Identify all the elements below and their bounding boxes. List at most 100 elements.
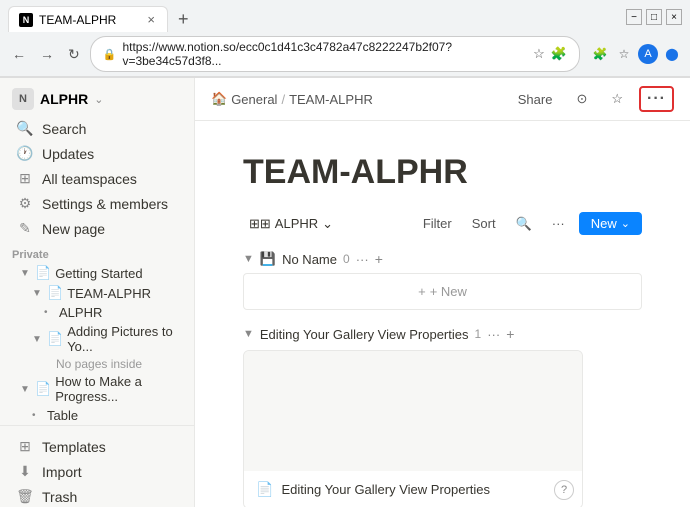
more-db-button[interactable]: ···: [546, 213, 571, 234]
db-name: ALPHR: [275, 216, 318, 231]
group-editing-header: ▼ Editing Your Gallery View Properties 1…: [243, 326, 642, 342]
templates-icon: ⊞: [16, 438, 34, 455]
filter-button[interactable]: Filter: [417, 213, 458, 234]
chevron-icon: ▼: [20, 268, 32, 279]
more-options-button[interactable]: ···: [639, 86, 674, 112]
getting-started-label: Getting Started: [55, 266, 142, 281]
chevron-icon: ▼: [32, 334, 44, 345]
url-actions: ☆ 🧩: [533, 46, 567, 62]
group-no-name-label: No Name: [282, 252, 337, 267]
group-no-name-header: ▼ 💾 No Name 0 ··· +: [243, 251, 642, 267]
plus-icon: +: [418, 284, 426, 299]
sidebar-updates-label: Updates: [42, 146, 94, 162]
db-toolbar: ⊞⊞ ALPHR ⌄ Filter Sort 🔍 ··· New ⌄: [243, 212, 642, 235]
group-editing-label: Editing Your Gallery View Properties: [260, 327, 469, 342]
bookmark-icon[interactable]: ☆: [533, 46, 545, 62]
page-content: TEAM-ALPHR ⊞⊞ ALPHR ⌄ Filter Sort 🔍 ··· …: [195, 121, 690, 507]
active-tab[interactable]: N TEAM-ALPHR ×: [8, 6, 168, 32]
app-body: N ALPHR ⌄ 🔍 Search 🕐 Updates ⊞ All teams…: [0, 78, 690, 507]
sidebar-item-search[interactable]: 🔍 Search: [4, 116, 190, 141]
group-more-icon[interactable]: ···: [487, 327, 500, 342]
address-bar: ← → ↻ 🔒 https://www.notion.so/ecc0c1d41c…: [0, 32, 690, 77]
group-more-icon[interactable]: ···: [356, 252, 369, 267]
group-count: 1: [475, 327, 482, 341]
new-label: New: [591, 216, 617, 231]
breadcrumb-separator: /: [281, 92, 285, 107]
group-chevron-icon[interactable]: ▼: [243, 253, 254, 265]
search-db-button[interactable]: 🔍: [510, 213, 538, 235]
browser-extensions: 🧩 ☆ A ⬤: [590, 44, 682, 64]
sidebar-item-team-alphr[interactable]: ▼ 📄 TEAM-ALPHR: [4, 283, 190, 303]
empty-group-new[interactable]: + + New: [243, 273, 642, 310]
sidebar-item-settings[interactable]: ⚙ Settings & members: [4, 191, 190, 216]
back-button[interactable]: ←: [8, 44, 30, 64]
tab-favicon: N: [19, 13, 33, 27]
bullet-icon: •: [32, 410, 44, 421]
sidebar-item-templates[interactable]: ⊞ Templates: [4, 434, 190, 459]
sidebar-item-adding-pictures[interactable]: ▼ 📄 Adding Pictures to Yo...: [4, 322, 190, 356]
new-in-group-label: + New: [430, 284, 467, 299]
chevron-icon: ▼: [32, 288, 44, 299]
star-ext-icon[interactable]: ☆: [614, 44, 634, 64]
group-count: 0: [343, 252, 350, 266]
group-editing-gallery: ▼ Editing Your Gallery View Properties 1…: [243, 326, 642, 507]
doc-icon: 📄: [47, 331, 63, 347]
trash-label: Trash: [42, 489, 77, 505]
group-chevron-icon[interactable]: ▼: [243, 328, 254, 340]
breadcrumb: 🏠 General / TEAM-ALPHR: [211, 91, 506, 107]
url-text: https://www.notion.so/ecc0c1d41c3c4782a4…: [122, 40, 527, 68]
sidebar-item-how-to-make[interactable]: ▼ 📄 How to Make a Progress...: [4, 372, 190, 406]
topbar-actions: Share ⊙ ☆ ···: [510, 86, 674, 112]
new-tab-button[interactable]: +: [172, 9, 195, 30]
star-button[interactable]: ☆: [603, 88, 631, 110]
close-window-button[interactable]: ×: [666, 9, 682, 25]
gallery-card-thumbnail: [244, 351, 582, 471]
reload-button[interactable]: ↻: [64, 44, 84, 65]
db-view-icon[interactable]: ⊞⊞ ALPHR ⌄: [243, 213, 339, 235]
sidebar-item-teamspaces[interactable]: ⊞ All teamspaces: [4, 166, 190, 191]
group-add-icon[interactable]: +: [506, 326, 514, 342]
browser-titlebar: N TEAM-ALPHR × + − □ × ← → ↻ 🔒 https://w…: [0, 0, 690, 78]
gallery-card-footer: 📄 Editing Your Gallery View Properties: [244, 471, 582, 507]
sidebar-settings-label: Settings & members: [42, 196, 168, 212]
gallery-card[interactable]: 📄 Editing Your Gallery View Properties ?: [243, 350, 583, 507]
help-icon[interactable]: ?: [554, 480, 574, 500]
pencil-icon: ✎: [16, 220, 34, 237]
forward-button[interactable]: →: [36, 44, 58, 64]
lock-icon: 🔒: [103, 48, 117, 61]
profile-ext-icon[interactable]: A: [638, 44, 658, 64]
puzzle-ext-icon[interactable]: 🧩: [590, 44, 610, 64]
minimize-button[interactable]: −: [626, 9, 642, 25]
new-chevron-icon: ⌄: [621, 217, 630, 230]
sidebar-item-table[interactable]: • Table: [4, 406, 190, 425]
sidebar-item-trash[interactable]: 🗑 Trash: [4, 484, 190, 507]
workspace-header[interactable]: N ALPHR ⌄: [0, 82, 194, 116]
sidebar-item-alphr[interactable]: • ALPHR: [4, 303, 190, 322]
edge-icon[interactable]: ⬤: [662, 44, 682, 64]
sidebar-item-getting-started[interactable]: ▼ 📄 Getting Started: [4, 263, 190, 283]
maximize-button[interactable]: □: [646, 9, 662, 25]
sidebar-search-label: Search: [42, 121, 86, 137]
extension-icon[interactable]: 🧩: [551, 46, 567, 62]
how-to-make-label: How to Make a Progress...: [55, 374, 186, 404]
alphr-label: ALPHR: [59, 305, 102, 320]
new-record-button[interactable]: New ⌄: [579, 212, 642, 235]
breadcrumb-home-icon: 🏠: [211, 91, 227, 107]
sidebar-item-new-page[interactable]: ✎ New page: [4, 216, 190, 241]
tab-close-button[interactable]: ×: [145, 12, 157, 27]
url-bar[interactable]: 🔒 https://www.notion.so/ecc0c1d41c3c4782…: [90, 36, 580, 72]
table-label: Table: [47, 408, 78, 423]
sidebar-item-import[interactable]: ⬇ Import: [4, 459, 190, 484]
sort-button[interactable]: Sort: [466, 213, 502, 234]
group-add-icon[interactable]: +: [375, 251, 383, 267]
adding-pictures-label: Adding Pictures to Yo...: [67, 324, 186, 354]
sidebar-newpage-label: New page: [42, 221, 105, 237]
breadcrumb-current: TEAM-ALPHR: [289, 92, 373, 107]
team-alphr-label: TEAM-ALPHR: [67, 286, 151, 301]
templates-label: Templates: [42, 439, 106, 455]
share-button[interactable]: Share: [510, 89, 561, 110]
history-button[interactable]: ⊙: [568, 88, 595, 110]
doc-icon: 📄: [256, 481, 273, 498]
sidebar-item-updates[interactable]: 🕐 Updates: [4, 141, 190, 166]
import-label: Import: [42, 464, 82, 480]
